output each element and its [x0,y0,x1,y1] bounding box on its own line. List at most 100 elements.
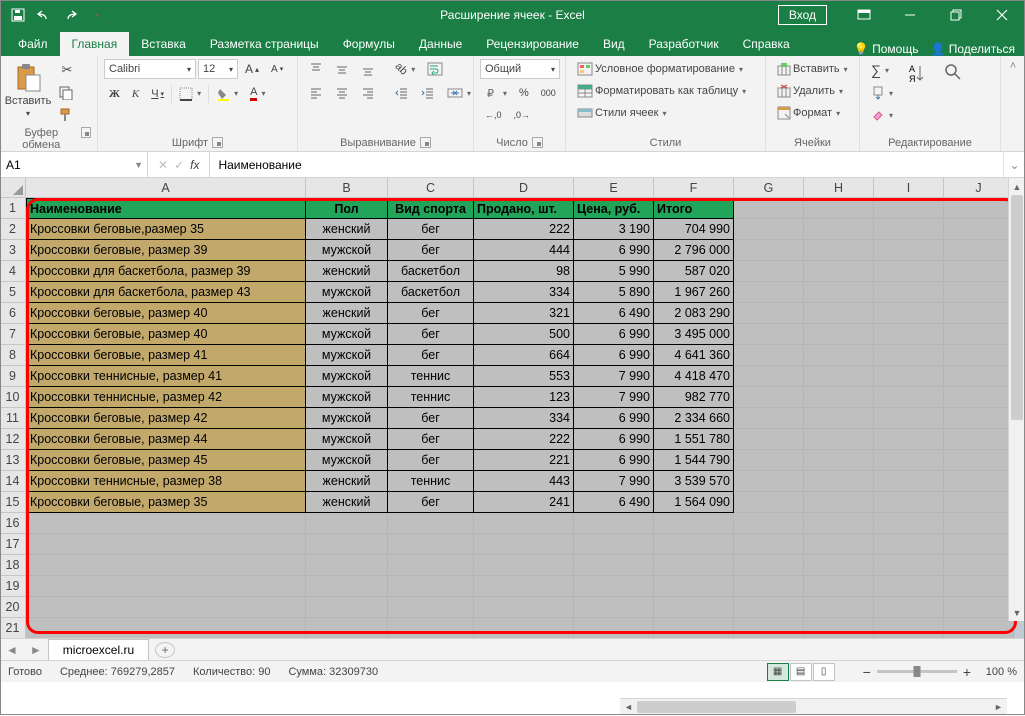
cell[interactable] [388,618,474,638]
cell[interactable] [944,282,1014,303]
cell[interactable]: 1 967 260 [654,282,734,303]
row-header[interactable]: 14 [0,471,26,492]
cell[interactable]: 4 418 470 [654,366,734,387]
cell[interactable]: Кроссовки беговые, размер 44 [26,429,306,450]
close-icon[interactable] [979,0,1025,30]
cell[interactable] [874,324,944,345]
row-header[interactable]: 1 [0,198,26,219]
zoom-in-button[interactable]: + [963,664,971,680]
cell[interactable]: мужской [306,240,388,261]
cell[interactable] [944,387,1014,408]
cell[interactable] [874,513,944,534]
undo-icon[interactable] [32,3,56,27]
cell[interactable] [734,618,804,638]
cell[interactable] [804,492,874,513]
cell[interactable]: 587 020 [654,261,734,282]
cell[interactable] [734,303,804,324]
column-header[interactable]: B [306,178,388,198]
share-button[interactable]: 👤 Поделиться [930,42,1015,56]
column-header[interactable]: H [804,178,874,198]
cell[interactable]: мужской [306,324,388,345]
tell-me[interactable]: 💡 Помощь [854,42,919,56]
cell[interactable] [944,324,1014,345]
border-icon[interactable] [174,84,206,104]
cell[interactable] [804,261,874,282]
cell[interactable] [804,198,874,219]
cell[interactable] [734,198,804,219]
cell[interactable]: 5 990 [574,261,654,282]
cell[interactable] [944,450,1014,471]
cell[interactable]: Кроссовки теннисные, размер 41 [26,366,306,387]
ribbon-display-icon[interactable] [841,0,887,30]
align-middle-icon[interactable] [330,59,354,79]
cell[interactable] [944,618,1014,638]
cell[interactable] [874,450,944,471]
cell[interactable] [944,240,1014,261]
cell[interactable]: бег [388,345,474,366]
conditional-format-button[interactable]: Условное форматирование [572,59,748,79]
align-right-icon[interactable] [356,83,380,103]
cell[interactable]: 1 544 790 [654,450,734,471]
cell[interactable] [734,450,804,471]
cell[interactable]: 3 495 000 [654,324,734,345]
cell[interactable] [734,555,804,576]
clipboard-launcher[interactable] [81,127,91,138]
cell[interactable]: бег [388,450,474,471]
cell[interactable]: 2 796 000 [654,240,734,261]
cell[interactable]: мужской [306,282,388,303]
sheet-nav-next[interactable]: ► [24,643,48,657]
cell[interactable]: 6 490 [574,303,654,324]
cell[interactable]: 2 334 660 [654,408,734,429]
cell[interactable] [944,576,1014,597]
cell[interactable]: 222 [474,219,574,240]
cell[interactable]: 1 564 090 [654,492,734,513]
view-page-layout-icon[interactable]: ▤ [790,663,812,681]
cell[interactable] [874,282,944,303]
cell[interactable] [804,618,874,638]
percent-icon[interactable]: % [514,84,534,102]
cell[interactable] [654,513,734,534]
cell[interactable]: теннис [388,387,474,408]
cell[interactable] [874,303,944,324]
cell[interactable] [734,429,804,450]
zoom-slider[interactable] [877,670,957,673]
cut-icon[interactable]: ✂ [54,59,80,81]
name-box[interactable]: A1▼ [0,152,148,177]
cell[interactable]: Кроссовки беговые, размер 41 [26,345,306,366]
cell[interactable] [804,450,874,471]
cell[interactable]: баскетбол [388,261,474,282]
row-header[interactable]: 20 [0,597,26,618]
cell[interactable] [306,555,388,576]
cell[interactable] [474,534,574,555]
row-header[interactable]: 3 [0,240,26,261]
cell[interactable] [574,597,654,618]
cell[interactable] [944,429,1014,450]
column-header[interactable]: I [874,178,944,198]
cell[interactable] [306,618,388,638]
cell[interactable] [804,408,874,429]
cell[interactable] [874,471,944,492]
cell[interactable] [734,366,804,387]
cell[interactable] [944,345,1014,366]
autosum-icon[interactable]: ∑ [866,59,898,81]
cell[interactable] [306,534,388,555]
cell[interactable] [306,513,388,534]
cell[interactable] [804,597,874,618]
sort-filter-icon[interactable]: АЯ [902,59,934,115]
tab-insert[interactable]: Вставка [129,32,198,56]
cell[interactable] [804,471,874,492]
cell[interactable] [944,555,1014,576]
cell[interactable] [944,366,1014,387]
align-top-icon[interactable] [304,59,328,79]
cell[interactable]: 4 641 360 [654,345,734,366]
cell[interactable] [734,345,804,366]
cell[interactable] [474,618,574,638]
cell[interactable]: мужской [306,450,388,471]
tab-home[interactable]: Главная [60,32,130,56]
cell[interactable] [804,219,874,240]
row-header[interactable]: 2 [0,219,26,240]
cell[interactable] [874,555,944,576]
cell[interactable] [306,576,388,597]
cell[interactable]: 6 990 [574,408,654,429]
cell[interactable]: бег [388,429,474,450]
